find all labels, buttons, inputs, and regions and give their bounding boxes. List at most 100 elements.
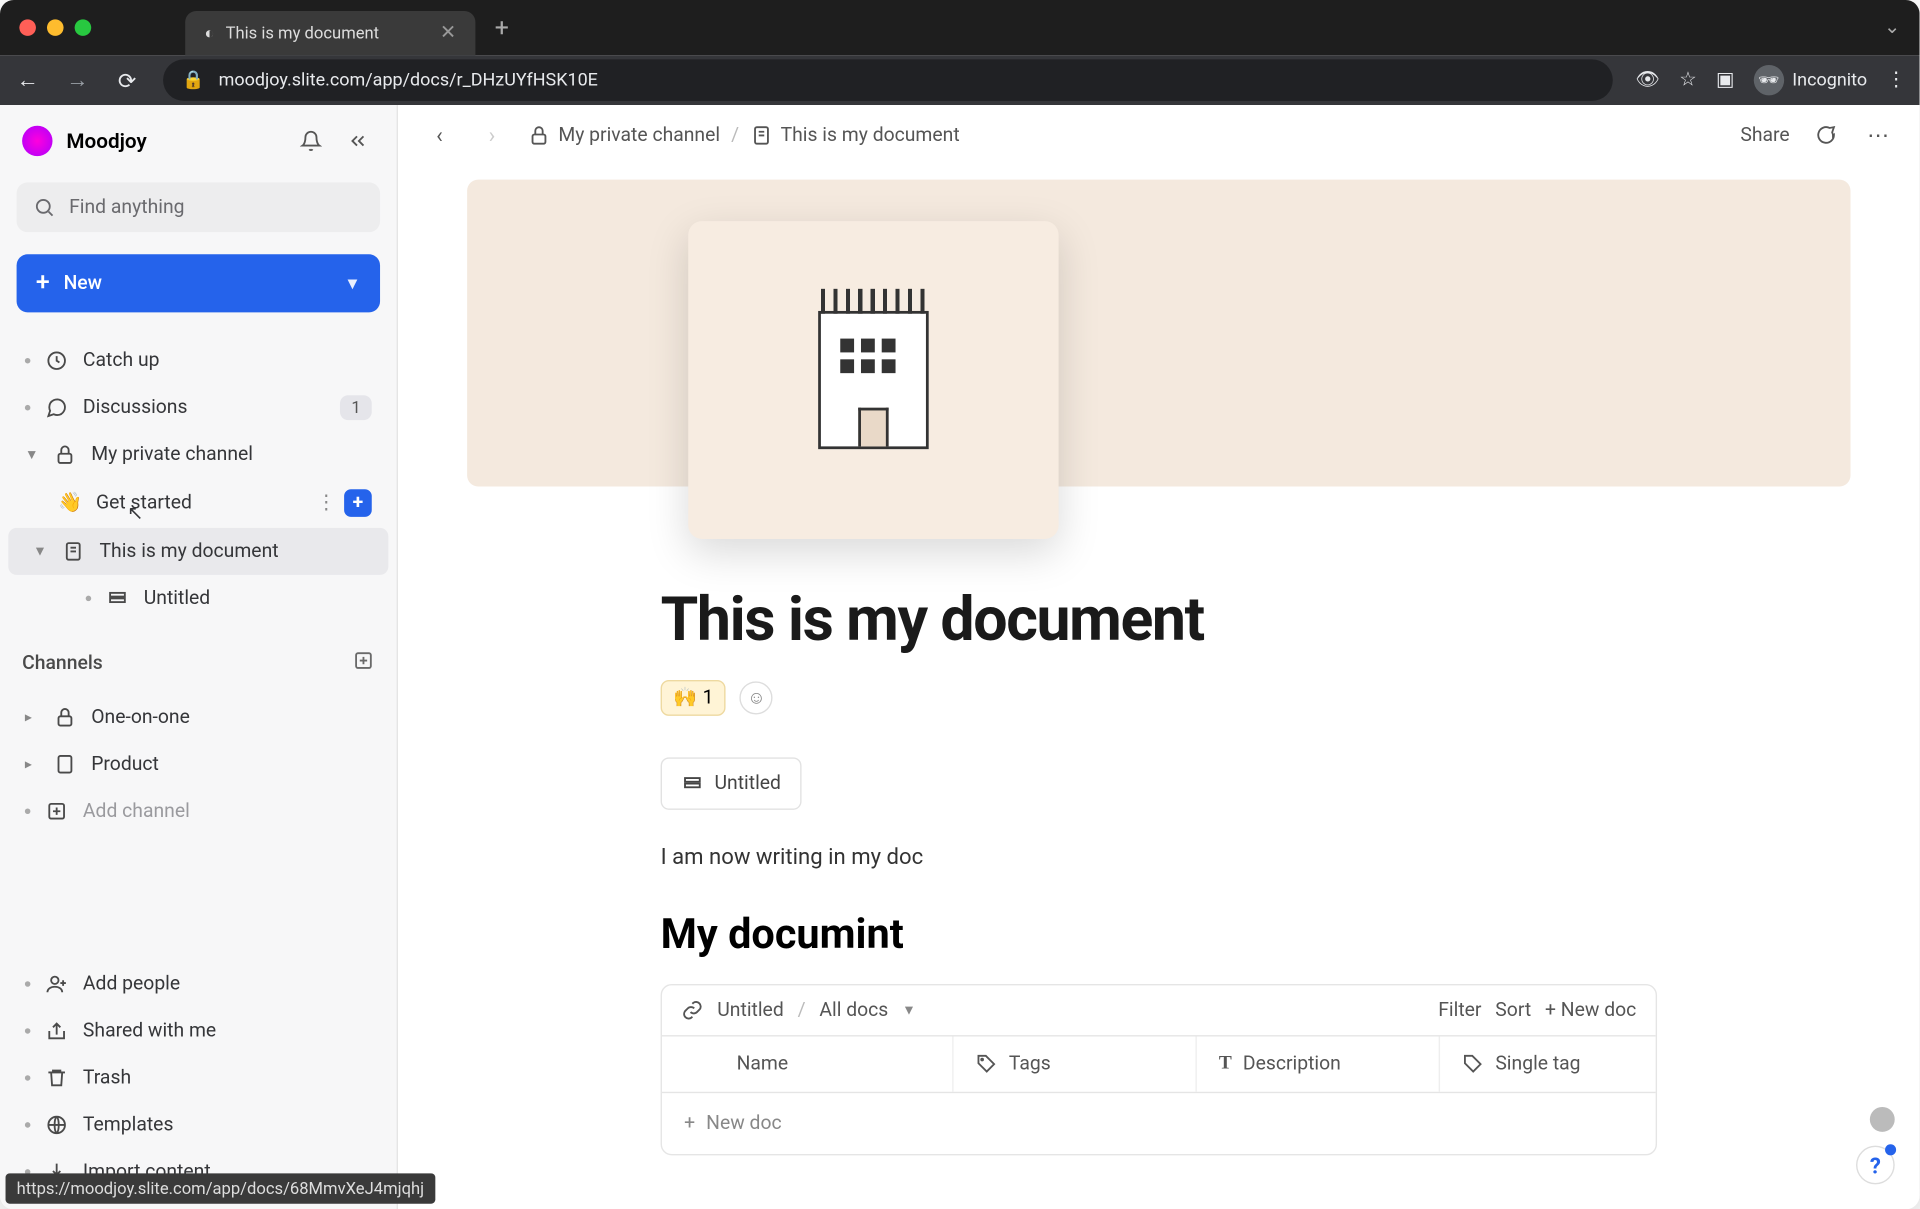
sidebar-item-private-channel[interactable]: ▼ My private channel: [8, 431, 388, 478]
subpage-chip[interactable]: Untitled: [661, 757, 802, 810]
db-col-tags[interactable]: Tags: [952, 1037, 1195, 1092]
hero-illustration: [688, 221, 1058, 539]
sidebar-item-one-on-one[interactable]: ▸ One-on-one: [8, 694, 388, 741]
more-icon[interactable]: ⋯: [1862, 118, 1895, 151]
tag-icon: [1462, 1053, 1484, 1075]
chevron-down-icon[interactable]: ▼: [33, 544, 47, 559]
sidebar-item-label: Product: [91, 753, 159, 775]
extensions-icon[interactable]: ▣: [1716, 69, 1734, 91]
reload-button[interactable]: ⟳: [113, 67, 141, 93]
db-source[interactable]: Untitled: [717, 999, 783, 1021]
sidebar-shared-with-me[interactable]: Shared with me: [8, 1007, 388, 1054]
sidebar-trash[interactable]: Trash: [8, 1054, 388, 1101]
chevron-right-icon[interactable]: ▸: [25, 757, 39, 772]
db-new-doc[interactable]: + New doc: [1545, 999, 1636, 1021]
doc-body-text[interactable]: I am now writing in my doc: [439, 843, 1878, 869]
db-sort[interactable]: Sort: [1495, 999, 1531, 1021]
sidebar-item-label: Catch up: [83, 350, 160, 372]
browser-tab[interactable]: ◐ This is my document ✕: [185, 11, 475, 55]
breadcrumb-item[interactable]: My private channel: [528, 124, 720, 146]
close-window-button[interactable]: [19, 19, 36, 36]
comments-icon[interactable]: [1809, 118, 1842, 151]
text-icon: T: [1219, 1053, 1232, 1075]
tag-icon: [976, 1053, 998, 1075]
topbar: ‹ › My private channel / This is my docu…: [398, 105, 1920, 166]
search-placeholder: Find anything: [69, 196, 184, 218]
chevron-right-icon[interactable]: ▸: [25, 710, 39, 725]
help-button[interactable]: ?: [1856, 1146, 1895, 1185]
breadcrumb-separator: /: [731, 124, 739, 146]
sidebar-item-untitled[interactable]: Untitled: [8, 575, 388, 622]
chevron-down-icon[interactable]: ▼: [344, 274, 360, 293]
plus-icon: +: [36, 271, 50, 296]
workspace-logo[interactable]: [22, 126, 52, 156]
sidebar-add-people[interactable]: Add people: [8, 960, 388, 1007]
url-input[interactable]: 🔒 moodjoy.slite.com/app/docs/r_DHzUYfHSK…: [163, 59, 1613, 100]
doc-icon: [750, 124, 772, 146]
sidebar-add-channel[interactable]: Add channel: [8, 788, 388, 835]
search-icon: [33, 196, 55, 218]
workspace-name[interactable]: Moodjoy: [66, 129, 280, 154]
lock-icon: [53, 705, 78, 730]
maximize-window-button[interactable]: [75, 19, 92, 36]
plus-square-icon: [44, 799, 69, 824]
db-add-row[interactable]: + New doc: [662, 1093, 1656, 1154]
chevron-down-icon[interactable]: ▼: [902, 1003, 916, 1018]
back-button[interactable]: ←: [14, 66, 42, 94]
sidebar-item-label: Get started: [96, 492, 192, 514]
add-child-button[interactable]: +: [344, 489, 372, 517]
sidebar-item-discussions[interactable]: Discussions 1: [8, 384, 388, 431]
more-icon[interactable]: ⋮: [316, 492, 335, 514]
add-reaction-button[interactable]: ☺: [740, 681, 773, 714]
db-filter[interactable]: Filter: [1438, 999, 1481, 1021]
presence-avatar[interactable]: [1870, 1107, 1895, 1132]
lock-icon: 🔒: [182, 70, 204, 91]
eye-off-icon[interactable]: 👁: [1635, 69, 1660, 91]
channels-header: Channels: [0, 630, 397, 685]
db-view[interactable]: All docs: [819, 999, 888, 1021]
db-col-name[interactable]: Name: [662, 1037, 952, 1092]
database-block: Untitled / All docs ▼ Filter Sort + New …: [661, 984, 1657, 1155]
subpage-label: Untitled: [714, 773, 780, 795]
bullet-icon: [25, 358, 31, 364]
db-col-description[interactable]: TDescription: [1195, 1037, 1438, 1092]
tab-title: This is my document: [226, 23, 380, 42]
cover-image[interactable]: [467, 180, 1850, 487]
stack-icon: [681, 773, 703, 795]
search-input[interactable]: Find anything: [17, 182, 380, 232]
link-icon: [681, 999, 703, 1021]
sidebar-item-label: Shared with me: [83, 1020, 216, 1042]
sidebar-item-this-is-my-document[interactable]: ▼ This is my document: [8, 528, 388, 575]
notifications-icon[interactable]: [294, 124, 327, 157]
sidebar-item-catchup[interactable]: Catch up: [8, 337, 388, 384]
new-button[interactable]: + New ▼: [17, 254, 380, 312]
kebab-menu-icon[interactable]: ⋮: [1886, 69, 1905, 91]
sidebar-item-get-started[interactable]: 👋 Get started ⋮ + ↖: [8, 478, 388, 528]
incognito-badge[interactable]: 🕶 Incognito: [1754, 65, 1867, 95]
history-back-icon[interactable]: ‹: [423, 118, 456, 151]
share-button[interactable]: Share: [1740, 124, 1789, 146]
breadcrumb-label: This is my document: [781, 124, 960, 146]
collapse-sidebar-icon[interactable]: [341, 124, 374, 157]
reaction-pill[interactable]: 🙌 1: [661, 680, 726, 716]
doc-heading[interactable]: My documint: [439, 911, 1878, 959]
close-tab-icon[interactable]: ✕: [440, 22, 456, 44]
db-separator: /: [798, 999, 806, 1021]
history-forward-icon[interactable]: ›: [475, 118, 508, 151]
chevron-down-icon[interactable]: ▼: [25, 447, 39, 462]
incognito-label: Incognito: [1792, 70, 1867, 91]
db-col-single-tag[interactable]: Single tag: [1439, 1037, 1656, 1092]
bullet-icon: [25, 808, 31, 814]
sidebar-item-product[interactable]: ▸ Product: [8, 741, 388, 788]
forward-button[interactable]: →: [64, 66, 92, 94]
bookmark-icon[interactable]: ☆: [1679, 69, 1696, 91]
new-tab-button[interactable]: +: [484, 8, 520, 48]
sidebar-templates[interactable]: Templates: [8, 1101, 388, 1148]
page-title[interactable]: This is my document: [439, 583, 1878, 655]
building-icon: [818, 311, 929, 449]
tabs-menu-icon[interactable]: ⌄: [1884, 17, 1900, 39]
sidebar-item-label: Untitled: [144, 587, 210, 609]
minimize-window-button[interactable]: [47, 19, 64, 36]
add-channel-icon[interactable]: [352, 650, 374, 678]
breadcrumb-item[interactable]: This is my document: [750, 124, 960, 146]
